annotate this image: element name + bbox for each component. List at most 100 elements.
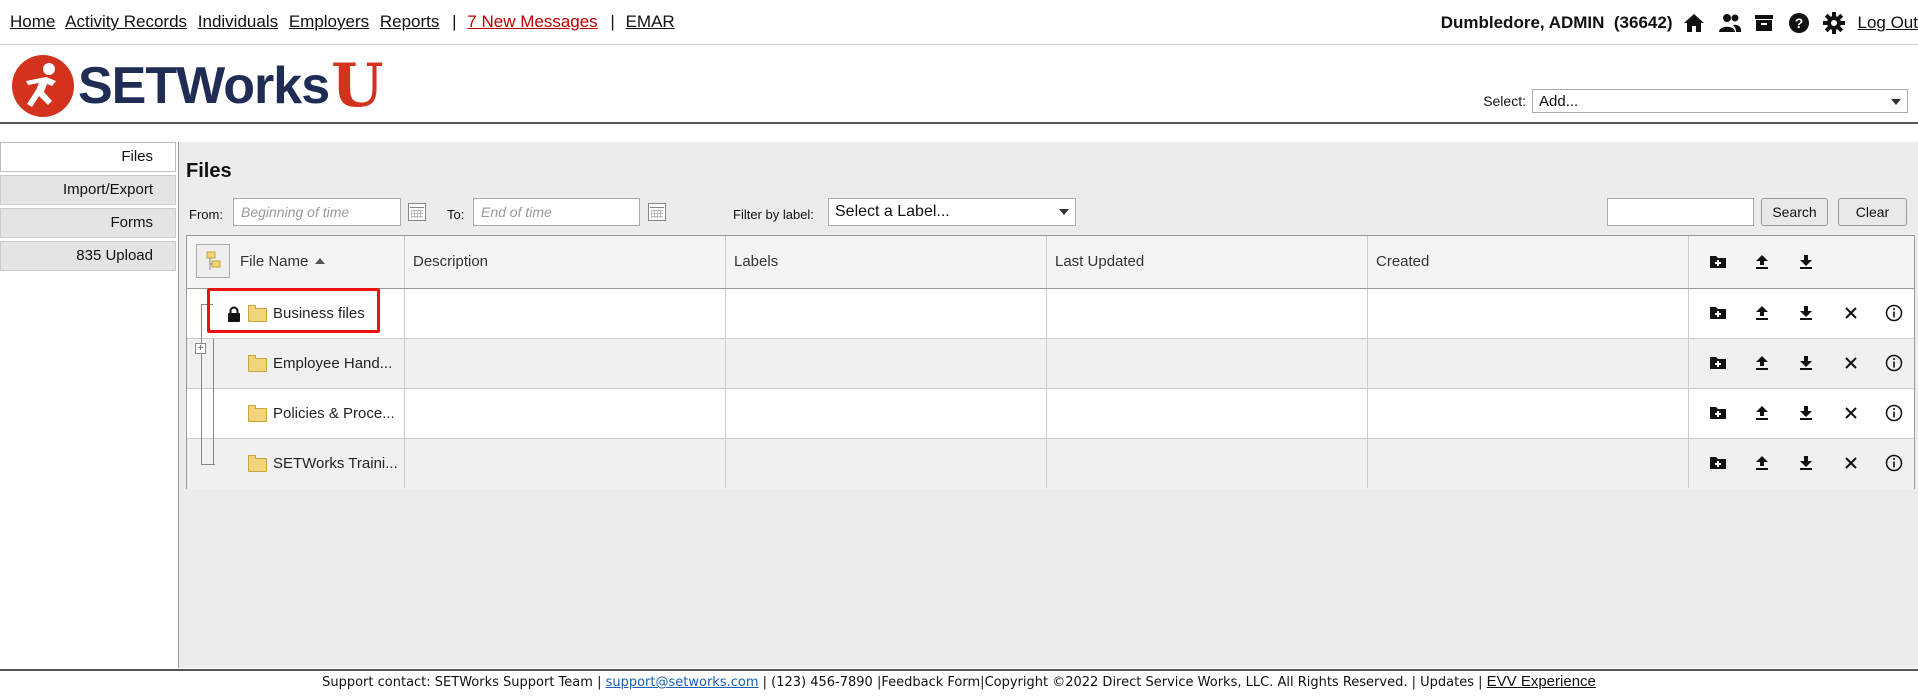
labels-cell	[726, 339, 1047, 388]
sidebar-item-files[interactable]: Files	[0, 142, 176, 172]
grid-header: File Name Description Labels Last Update…	[187, 236, 1914, 289]
file-name[interactable]: Policies & Proce...	[273, 389, 395, 438]
row-actions	[1689, 339, 1914, 388]
nav-link-individuals[interactable]: Individuals	[198, 12, 278, 31]
footer-feedback-link[interactable]: Feedback Form	[881, 675, 980, 690]
nav-link-activity-records[interactable]: Activity Records	[65, 12, 187, 31]
description-cell	[405, 439, 726, 488]
header-filename-cell: File Name	[187, 236, 405, 288]
footer-updates-link[interactable]: Updates	[1420, 675, 1474, 690]
file-name-cell[interactable]: Policies & Proce...	[187, 389, 405, 438]
description-cell	[405, 389, 726, 438]
search-input[interactable]	[1607, 198, 1754, 226]
tree-toggle-button[interactable]	[196, 244, 230, 278]
table-row[interactable]: SETWorks Traini...	[187, 439, 1914, 489]
download-icon[interactable]	[1797, 304, 1815, 322]
expand-toggle-icon[interactable]: +	[195, 343, 206, 354]
new-folder-icon[interactable]	[1709, 454, 1727, 472]
download-icon[interactable]	[1797, 454, 1815, 472]
close-icon[interactable]	[1842, 404, 1860, 422]
new-folder-icon[interactable]	[1709, 304, 1727, 322]
table-row[interactable]: Employee Hand...	[187, 339, 1914, 389]
home-icon[interactable]	[1683, 12, 1705, 34]
chevron-down-icon	[1891, 99, 1901, 105]
tree-connector	[201, 464, 215, 465]
row-actions	[1689, 389, 1914, 438]
column-header-description[interactable]: Description	[405, 236, 726, 288]
info-icon[interactable]	[1885, 404, 1903, 422]
table-row[interactable]: Business files	[187, 289, 1914, 339]
to-date-input[interactable]: End of time	[473, 198, 640, 226]
info-icon[interactable]	[1885, 354, 1903, 372]
upload-icon[interactable]	[1753, 253, 1771, 271]
upload-icon[interactable]	[1753, 454, 1771, 472]
close-icon[interactable]	[1842, 454, 1860, 472]
people-icon[interactable]	[1718, 12, 1740, 34]
nav-link-emar[interactable]: EMAR	[626, 12, 675, 31]
label-filter-select[interactable]: Select a Label...	[828, 198, 1076, 226]
new-folder-icon[interactable]	[1709, 354, 1727, 372]
app-header: SETWorks U Select: Add...	[0, 45, 1918, 124]
new-folder-icon[interactable]	[1709, 253, 1727, 271]
sidebar-item-835-upload[interactable]: 835 Upload	[0, 241, 176, 271]
file-name[interactable]: SETWorks Traini...	[273, 439, 398, 488]
folder-icon	[248, 358, 267, 372]
column-header-created[interactable]: Created	[1368, 236, 1689, 288]
row-actions	[1689, 289, 1914, 338]
clear-button[interactable]: Clear	[1838, 198, 1907, 226]
new-folder-icon[interactable]	[1709, 404, 1727, 422]
footer-separator: |	[597, 675, 606, 690]
footer-support: Support contact: SETWorks Support Team	[322, 675, 593, 690]
calendar-icon[interactable]	[648, 203, 666, 221]
upload-icon[interactable]	[1753, 354, 1771, 372]
file-name-cell[interactable]: SETWorks Traini...	[187, 439, 405, 488]
sidebar-item-import-export[interactable]: Import/Export	[0, 175, 176, 205]
gear-icon[interactable]	[1823, 12, 1845, 34]
user-name-text: Dumbledore, ADMIN	[1441, 13, 1605, 32]
brand-logo[interactable]: SETWorks U	[12, 55, 383, 117]
help-icon[interactable]: ?	[1788, 12, 1810, 34]
close-icon[interactable]	[1842, 304, 1860, 322]
upload-icon[interactable]	[1753, 304, 1771, 322]
header-select-value: Add...	[1539, 93, 1578, 110]
download-icon[interactable]	[1797, 253, 1815, 271]
download-icon[interactable]	[1797, 354, 1815, 372]
chevron-down-icon	[1059, 209, 1069, 215]
from-date-placeholder: Beginning of time	[241, 204, 349, 220]
download-icon[interactable]	[1797, 404, 1815, 422]
from-date-input[interactable]: Beginning of time	[233, 198, 401, 226]
nav-link-employers[interactable]: Employers	[289, 12, 369, 31]
column-header-file-name[interactable]: File Name	[240, 236, 308, 288]
brand-suffix: U	[331, 56, 383, 116]
column-header-labels[interactable]: Labels	[726, 236, 1047, 288]
info-icon[interactable]	[1885, 454, 1903, 472]
nav-link-home[interactable]: Home	[10, 12, 55, 31]
info-icon[interactable]	[1885, 304, 1903, 322]
file-name[interactable]: Employee Hand...	[273, 339, 392, 388]
last-updated-cell	[1047, 389, 1368, 438]
logout-link[interactable]: Log Out	[1858, 13, 1918, 33]
header-select-dropdown[interactable]: Add...	[1532, 89, 1908, 113]
highlight-box	[207, 288, 380, 333]
footer-separator: |	[1412, 675, 1421, 690]
footer-phone: (123) 456-7890	[771, 675, 873, 690]
upload-icon[interactable]	[1753, 404, 1771, 422]
calendar-icon[interactable]	[408, 203, 426, 221]
footer-evv-link[interactable]: EVV Experience	[1487, 673, 1596, 690]
user-id: (36642)	[1614, 13, 1673, 32]
user-area: Dumbledore, ADMIN (36642) ? Log Out	[1441, 10, 1918, 36]
table-row[interactable]: Policies & Proce...	[187, 389, 1914, 439]
footer-email-link[interactable]: support@setworks.com	[606, 675, 759, 690]
close-icon[interactable]	[1842, 354, 1860, 372]
brand-name: SETWorks	[78, 56, 329, 116]
column-header-last-updated[interactable]: Last Updated	[1047, 236, 1368, 288]
nav-link-reports[interactable]: Reports	[380, 12, 440, 31]
row-actions	[1689, 439, 1914, 488]
svg-text:?: ?	[1794, 15, 1803, 31]
briefcase-icon[interactable]	[1753, 12, 1775, 34]
nav-link-messages[interactable]: 7 New Messages	[467, 12, 597, 31]
footer-copyright: Copyright ©2022 Direct Service Works, LL…	[985, 675, 1408, 690]
sidebar-item-forms[interactable]: Forms	[0, 208, 176, 238]
search-button[interactable]: Search	[1761, 198, 1828, 226]
file-name-cell[interactable]: Employee Hand...	[187, 339, 405, 388]
